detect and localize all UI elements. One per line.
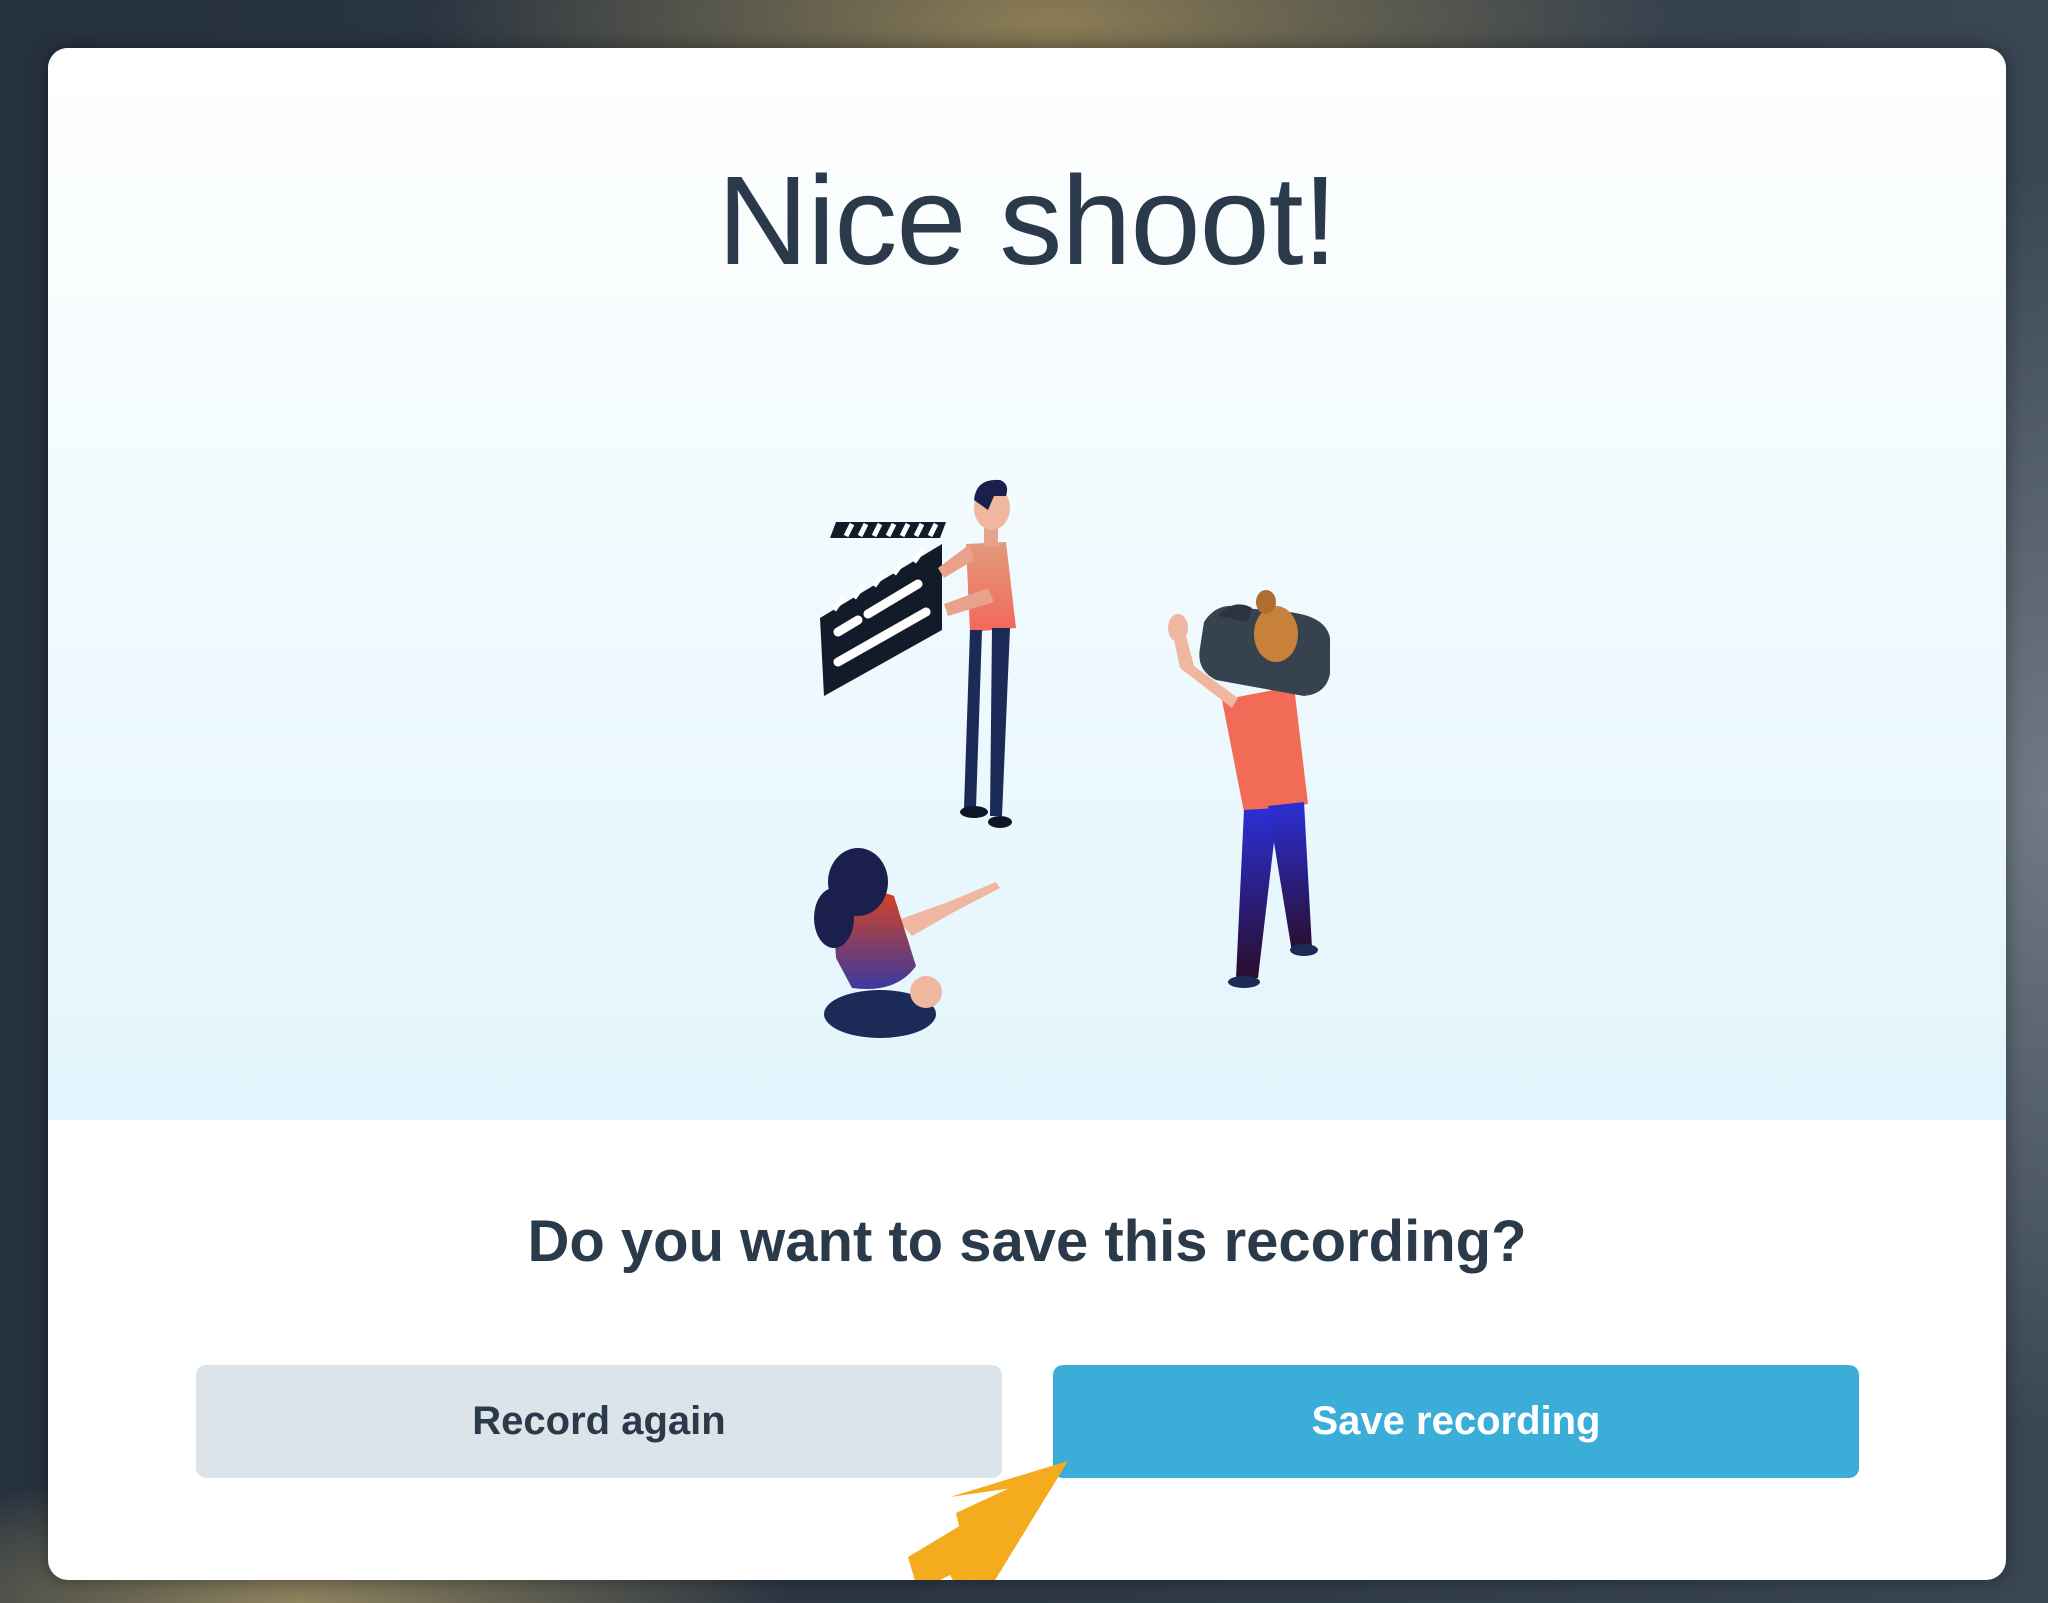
save-question: Do you want to save this recording? [527,1209,1527,1274]
sitting-girl [814,848,1000,1038]
dialog-title: Nice shoot! [717,150,1337,291]
dialog-hero: Nice shoot! [48,48,2006,1120]
arrow-pointer-icon [908,1461,1068,1580]
film-crew-illustration [814,479,1330,1038]
man-with-clapper [938,479,1016,828]
save-recording-dialog: Nice shoot! Do you want to save this rec… [48,48,2006,1580]
cameraman [1168,590,1330,988]
save-recording-button[interactable]: Save recording [1053,1365,1859,1478]
clapperboard-icon [820,522,946,696]
